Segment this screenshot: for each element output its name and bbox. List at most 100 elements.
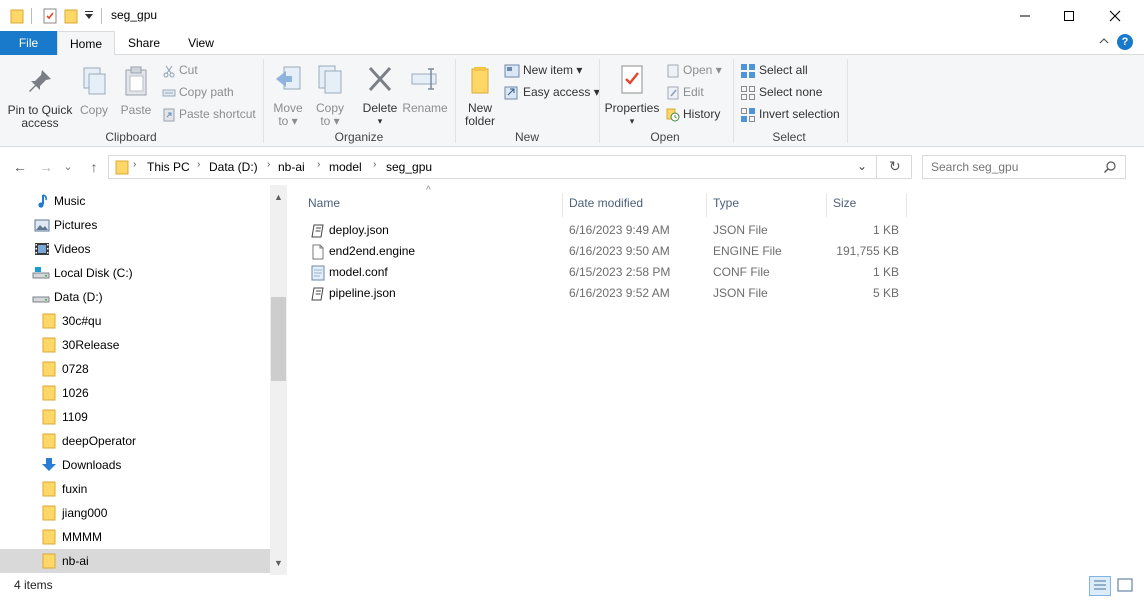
breadcrumb-data-d[interactable]: Data (D:) <box>209 160 258 174</box>
tab-view[interactable]: View <box>175 31 227 55</box>
file-row[interactable]: deploy.json 6/16/2023 9:49 AM JSON File … <box>304 220 904 241</box>
drive-icon <box>32 289 50 305</box>
select-all-icon <box>741 63 755 78</box>
properties-quick-icon[interactable] <box>42 8 58 24</box>
minimize-button[interactable] <box>1002 0 1048 31</box>
nav-item-deepoperator[interactable]: deepOperator <box>0 429 270 453</box>
nav-item-nb-ai[interactable]: nb-ai <box>0 549 270 573</box>
nav-item-pictures[interactable]: Pictures <box>0 213 270 237</box>
copy-to-button[interactable]: Copy to ▾ <box>312 63 348 128</box>
address-divider <box>876 156 877 178</box>
scroll-down-button[interactable]: ▼ <box>270 555 287 572</box>
file-list: ^ Name Date modified Type Size deploy.js… <box>296 185 1144 575</box>
nav-item-music[interactable]: Music <box>0 189 270 213</box>
new-folder-quick-icon[interactable] <box>64 8 78 24</box>
nav-item-30c-qu[interactable]: 30c#qu <box>0 309 270 333</box>
properties-icon <box>621 65 643 94</box>
folder-icon <box>42 409 58 425</box>
column-header-type[interactable]: Type <box>707 193 827 217</box>
copy-button[interactable]: Copy <box>76 65 112 117</box>
help-icon[interactable]: ? <box>1117 34 1133 50</box>
rename-button[interactable]: Rename <box>402 63 448 115</box>
properties-button[interactable]: Properties ▾ <box>604 63 660 128</box>
nav-item-downloads[interactable]: Downloads <box>0 453 270 477</box>
nav-item-data-d[interactable]: Data (D:) <box>0 285 270 309</box>
column-header-date-modified[interactable]: Date modified <box>563 193 707 217</box>
json-file-icon <box>310 286 326 302</box>
search-input[interactable] <box>931 160 1101 174</box>
pin-to-quick-access-button[interactable]: Pin to Quick access <box>4 65 76 130</box>
file-row[interactable]: end2end.engine 6/16/2023 9:50 AM ENGINE … <box>304 241 904 262</box>
nav-item-local-disk-c[interactable]: Local Disk (C:) <box>0 261 270 285</box>
nav-item-1109[interactable]: 1109 <box>0 405 270 429</box>
breadcrumb-model[interactable]: model <box>329 160 362 174</box>
up-button[interactable]: ↑ <box>84 157 104 177</box>
new-item-button[interactable]: New item ▾ <box>504 60 582 80</box>
nav-item-30release[interactable]: 30Release <box>0 333 270 357</box>
paste-button[interactable]: Paste <box>116 65 156 117</box>
nav-item-1026[interactable]: 1026 <box>0 381 270 405</box>
search-box[interactable] <box>922 155 1126 179</box>
column-header-name[interactable]: Name <box>304 193 563 217</box>
new-item-icon <box>504 64 520 78</box>
address-row: ← → ⌄ ↑ › This PC › Data (D:) › nb-ai › … <box>0 147 1144 185</box>
paste-icon <box>125 66 147 96</box>
folder-icon <box>10 8 24 24</box>
tab-share[interactable]: Share <box>118 31 170 55</box>
large-icons-view-button[interactable] <box>1115 576 1137 596</box>
nav-item-0728[interactable]: 0728 <box>0 357 270 381</box>
copy-path-button[interactable]: Copy path <box>162 82 234 102</box>
file-date: 6/16/2023 9:52 AM <box>569 286 670 300</box>
nav-item-mmmm[interactable]: MMMM <box>0 525 270 549</box>
forward-button[interactable]: → <box>36 157 56 177</box>
close-button[interactable] <box>1092 0 1138 31</box>
copy-icon <box>83 67 106 95</box>
search-icon <box>1103 160 1117 177</box>
breadcrumb-nb-ai[interactable]: nb-ai <box>278 160 305 174</box>
rename-icon <box>411 68 437 90</box>
maximize-button[interactable] <box>1046 0 1092 31</box>
scissors-icon <box>163 65 175 78</box>
scroll-up-button[interactable]: ▲ <box>270 189 287 206</box>
column-header-size[interactable]: Size <box>827 193 907 217</box>
file-name: deploy.json <box>329 223 389 237</box>
invert-selection-icon <box>741 107 755 122</box>
paste-shortcut-button[interactable]: Paste shortcut <box>162 104 256 124</box>
open-button[interactable]: Open ▾ <box>666 60 722 80</box>
file-size: 5 KB <box>872 286 899 300</box>
file-row[interactable]: pipeline.json 6/16/2023 9:52 AM JSON Fil… <box>304 283 904 304</box>
file-row[interactable]: model.conf 6/15/2023 2:58 PM CONF File 1… <box>304 262 904 283</box>
easy-access-button[interactable]: Easy access ▾ <box>504 82 600 102</box>
breadcrumb-this-pc[interactable]: This PC <box>147 160 190 174</box>
new-folder-button[interactable]: New folder <box>460 63 500 128</box>
cut-button[interactable]: Cut <box>162 60 198 80</box>
nav-scrollbar[interactable]: ▲ ▼ <box>270 185 287 575</box>
breadcrumb-seg-gpu[interactable]: seg_gpu <box>386 160 432 174</box>
breadcrumb-separator: › <box>317 159 321 170</box>
back-button[interactable]: ← <box>10 157 30 177</box>
address-dropdown-button[interactable]: ⌄ <box>857 159 867 173</box>
nav-item-videos[interactable]: Videos <box>0 237 270 261</box>
refresh-button[interactable]: ↻ <box>889 158 901 175</box>
tab-file[interactable]: File <box>0 31 57 55</box>
nav-item-fuxin[interactable]: fuxin <box>0 477 270 501</box>
delete-button[interactable]: Delete ▾ <box>360 63 400 128</box>
recent-locations-button[interactable]: ⌄ <box>58 157 78 177</box>
move-to-button[interactable]: Move to ▾ <box>270 63 306 128</box>
file-size: 1 KB <box>872 265 899 279</box>
history-icon <box>666 108 680 122</box>
address-bar[interactable]: › This PC › Data (D:) › nb-ai › model › … <box>108 155 912 179</box>
invert-selection-button[interactable]: Invert selection <box>740 104 840 124</box>
ribbon: Pin to Quick access Copy Paste Cut Copy … <box>0 55 1144 147</box>
history-button[interactable]: History <box>666 104 720 124</box>
details-view-button[interactable] <box>1089 576 1111 596</box>
nav-item-jiang000[interactable]: jiang000 <box>0 501 270 525</box>
select-none-button[interactable]: Select none <box>740 82 822 102</box>
select-all-button[interactable]: Select all <box>740 60 808 80</box>
collapse-ribbon-icon[interactable] <box>1098 35 1112 49</box>
scroll-thumb[interactable] <box>271 297 286 381</box>
edit-button[interactable]: Edit <box>666 82 704 102</box>
customize-quick-access-icon[interactable] <box>84 9 94 25</box>
tab-home[interactable]: Home <box>57 31 115 56</box>
copy-to-icon <box>318 65 342 94</box>
